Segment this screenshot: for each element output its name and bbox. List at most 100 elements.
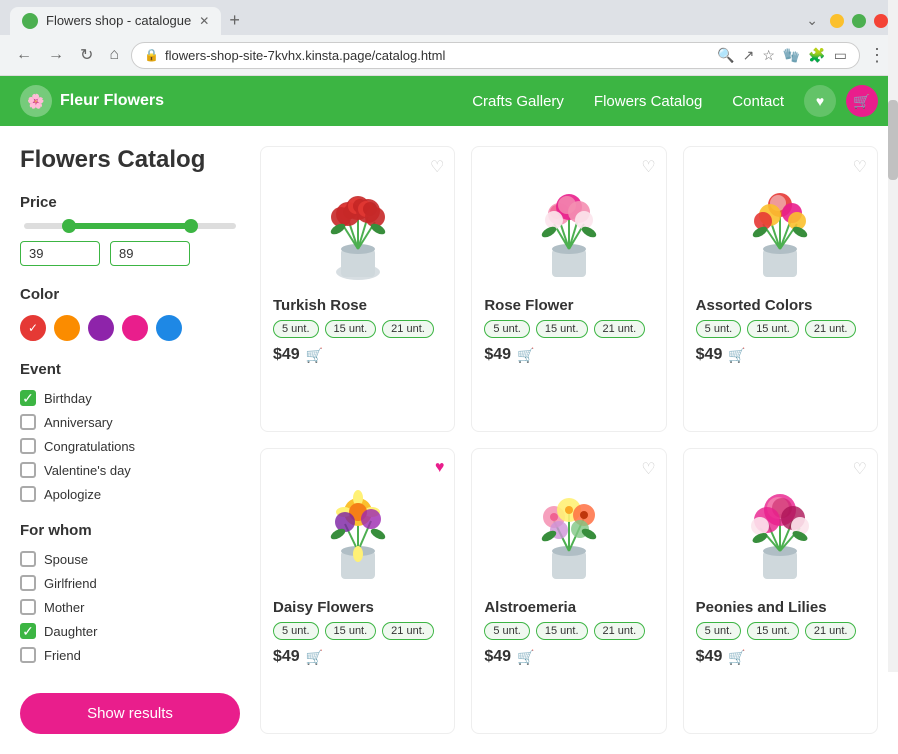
show-results-button[interactable]: Show results — [20, 693, 240, 734]
product-heart-rose-flower[interactable]: ♡ — [641, 157, 655, 177]
valentines-checkbox[interactable] — [20, 462, 36, 478]
unit-badge-5[interactable]: 5 unt. — [273, 622, 319, 640]
product-card-rose-flower: ♡ — [471, 146, 666, 432]
for-whom-label: For whom — [20, 522, 240, 539]
event-birthday[interactable]: ✓ Birthday — [20, 390, 240, 406]
unit-badge-5[interactable]: 5 unt. — [484, 320, 530, 338]
scrollbar[interactable] — [888, 0, 898, 672]
anniversary-label: Anniversary — [44, 415, 113, 430]
unit-badge-15[interactable]: 15 unt. — [325, 622, 377, 640]
product-image-alstroemeria — [484, 461, 653, 591]
nav-link-contact[interactable]: Contact — [732, 93, 784, 110]
color-swatch-orange[interactable] — [54, 315, 80, 341]
lock-icon: 🔒 — [144, 48, 159, 62]
congratulations-checkbox[interactable] — [20, 438, 36, 454]
color-swatches: ✓ — [20, 315, 240, 341]
product-heart-turkish-rose[interactable]: ♡ — [430, 157, 444, 177]
add-to-cart-peonies-lilies[interactable]: 🛒 — [728, 649, 745, 666]
friend-checkbox[interactable] — [20, 647, 36, 663]
color-swatch-blue[interactable] — [156, 315, 182, 341]
unit-badges-turkish-rose: 5 unt. 15 unt. 21 unt. — [273, 320, 442, 338]
new-tab-button[interactable]: + — [221, 6, 248, 35]
unit-badge-5[interactable]: 5 unt. — [273, 320, 319, 338]
scrollbar-thumb[interactable] — [888, 100, 898, 180]
unit-badge-5[interactable]: 5 unt. — [484, 622, 530, 640]
event-apologize[interactable]: Apologize — [20, 486, 240, 502]
event-valentines[interactable]: Valentine's day — [20, 462, 240, 478]
back-button[interactable]: ← — [12, 42, 36, 68]
maximize-button[interactable]: □ — [852, 14, 866, 28]
product-heart-daisy-flowers[interactable]: ♥ — [435, 459, 445, 477]
add-to-cart-assorted-colors[interactable]: 🛒 — [728, 347, 745, 364]
browser-tab[interactable]: Flowers shop - catalogue ✕ — [10, 7, 221, 35]
add-to-cart-turkish-rose[interactable]: 🛒 — [306, 347, 323, 364]
star-icon: ☆ — [762, 47, 775, 64]
product-heart-peonies-lilies[interactable]: ♡ — [853, 459, 867, 479]
nav-icons: ♥ 🛒 — [804, 85, 878, 117]
unit-badge-5[interactable]: 5 unt. — [696, 320, 742, 338]
puzzle-icon: 🧩 — [808, 47, 825, 64]
page-title: Flowers Catalog — [20, 146, 240, 174]
mother-checkbox[interactable] — [20, 599, 36, 615]
spouse-checkbox[interactable] — [20, 551, 36, 567]
product-heart-alstroemeria[interactable]: ♡ — [641, 459, 655, 479]
price-min-input[interactable] — [20, 241, 100, 266]
address-bar[interactable]: 🔒 flowers-shop-site-7kvhx.kinsta.page/ca… — [131, 42, 860, 69]
event-anniversary[interactable]: Anniversary — [20, 414, 240, 430]
product-image-daisy-flowers — [273, 461, 442, 591]
whom-girlfriend[interactable]: Girlfriend — [20, 575, 240, 591]
girlfriend-checkbox[interactable] — [20, 575, 36, 591]
page: 🌸 Fleur Flowers Crafts Gallery Flowers C… — [0, 76, 898, 754]
price-slider-min-thumb[interactable] — [62, 219, 76, 233]
product-card-peonies-lilies: ♡ — [683, 448, 878, 734]
apologize-checkbox[interactable] — [20, 486, 36, 502]
whom-daughter[interactable]: ✓ Daughter — [20, 623, 240, 639]
gloves-icon: 🧤 — [783, 47, 800, 64]
unit-badge-15[interactable]: 15 unt. — [747, 320, 799, 338]
nav-link-crafts-gallery[interactable]: Crafts Gallery — [472, 93, 564, 110]
close-button[interactable]: ✕ — [874, 14, 888, 28]
minimize-button[interactable]: − — [830, 14, 844, 28]
whom-spouse[interactable]: Spouse — [20, 551, 240, 567]
product-heart-assorted-colors[interactable]: ♡ — [853, 157, 867, 177]
home-button[interactable]: ⌂ — [105, 42, 123, 68]
color-swatch-purple[interactable] — [88, 315, 114, 341]
unit-badge-21[interactable]: 21 unt. — [382, 622, 434, 640]
window-chevron[interactable]: ⌄ — [806, 12, 818, 29]
unit-badge-15[interactable]: 15 unt. — [325, 320, 377, 338]
reload-button[interactable]: ↻ — [76, 41, 97, 69]
event-congratulations[interactable]: Congratulations — [20, 438, 240, 454]
unit-badge-21[interactable]: 21 unt. — [382, 320, 434, 338]
close-tab-button[interactable]: ✕ — [199, 14, 209, 28]
unit-badge-5[interactable]: 5 unt. — [696, 622, 742, 640]
price-max-input[interactable] — [110, 241, 190, 266]
nav-link-flowers-catalog[interactable]: Flowers Catalog — [594, 93, 702, 110]
flower-svg-peonies-lilies — [725, 466, 835, 586]
unit-badge-21[interactable]: 21 unt. — [594, 622, 646, 640]
unit-badge-15[interactable]: 15 unt. — [747, 622, 799, 640]
product-price-turkish-rose: $49 🛒 — [273, 346, 442, 364]
wishlist-button[interactable]: ♥ — [804, 85, 836, 117]
add-to-cart-daisy-flowers[interactable]: 🛒 — [306, 649, 323, 666]
color-swatch-pink[interactable] — [122, 315, 148, 341]
more-options-icon[interactable]: ⋮ — [868, 45, 886, 66]
anniversary-checkbox[interactable] — [20, 414, 36, 430]
color-swatch-red[interactable]: ✓ — [20, 315, 46, 341]
whom-mother[interactable]: Mother — [20, 599, 240, 615]
unit-badge-21[interactable]: 21 unt. — [805, 622, 857, 640]
unit-badge-15[interactable]: 15 unt. — [536, 320, 588, 338]
product-grid: ♡ — [260, 146, 878, 734]
unit-badge-15[interactable]: 15 unt. — [536, 622, 588, 640]
add-to-cart-rose-flower[interactable]: 🛒 — [517, 347, 534, 364]
forward-button[interactable]: → — [44, 42, 68, 68]
whom-friend[interactable]: Friend — [20, 647, 240, 663]
daughter-checkbox[interactable]: ✓ — [20, 623, 36, 639]
cart-button[interactable]: 🛒 — [846, 85, 878, 117]
birthday-checkbox[interactable]: ✓ — [20, 390, 36, 406]
add-to-cart-alstroemeria[interactable]: 🛒 — [517, 649, 534, 666]
flower-svg-assorted-colors — [725, 164, 835, 284]
product-card-assorted-colors: ♡ — [683, 146, 878, 432]
unit-badge-21[interactable]: 21 unt. — [805, 320, 857, 338]
unit-badge-21[interactable]: 21 unt. — [594, 320, 646, 338]
price-slider-max-thumb[interactable] — [184, 219, 198, 233]
